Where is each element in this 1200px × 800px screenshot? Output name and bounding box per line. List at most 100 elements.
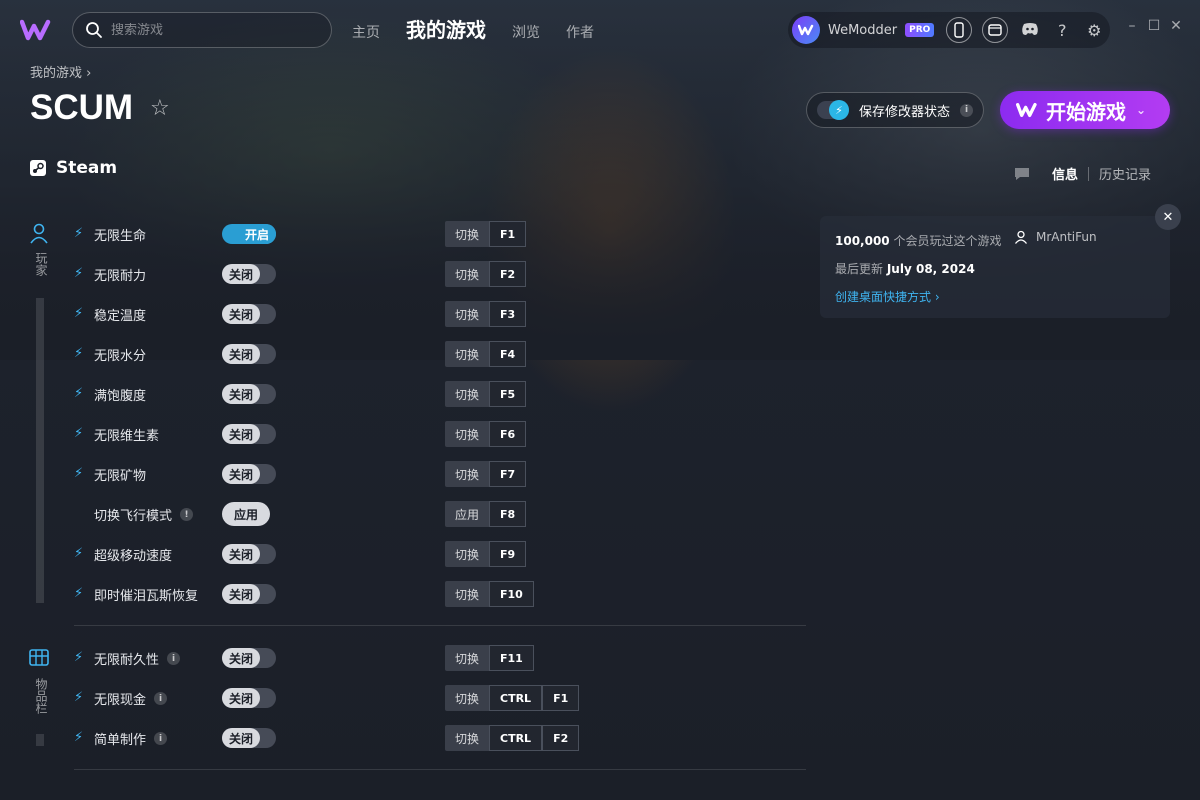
bolt-icon: ⚡ [74, 586, 84, 601]
cheat-toggle[interactable]: 关闭 [222, 464, 276, 484]
cheat-toggle[interactable]: 关闭 [222, 648, 276, 668]
username[interactable]: WeModder [828, 23, 897, 38]
cheat-toggle[interactable]: 开启 [222, 224, 276, 244]
player-icon[interactable] [28, 222, 50, 244]
category-inventory-scrollbar[interactable] [36, 734, 44, 746]
cheat-row-unlimited-stamina: ⚡ 无限耐力 关闭 切换 F2 [72, 259, 812, 289]
hotkey-key: F4 [489, 341, 527, 367]
wemod-logo-icon[interactable] [20, 18, 52, 42]
help-icon[interactable]: ? [1052, 21, 1072, 40]
hotkey[interactable]: 切换 F6 [445, 421, 527, 447]
nav-home[interactable]: 主页 [352, 17, 380, 49]
create-shortcut-link[interactable]: 创建桌面快捷方式 › [835, 288, 940, 305]
page-title: SCUM [30, 88, 134, 127]
tab-info[interactable]: 信息 [1052, 164, 1078, 183]
cheat-toggle[interactable]: 关闭 [222, 728, 276, 748]
cheat-toggle[interactable]: 关闭 [222, 344, 276, 364]
hotkey[interactable]: 切换 F1 [445, 221, 527, 247]
bolt-icon: ⚡ [74, 386, 84, 401]
hotkey[interactable]: 切换 F10 [445, 581, 534, 607]
info-icon[interactable]: i [960, 103, 974, 117]
author[interactable]: MrAntiFun [1014, 230, 1097, 244]
inventory-chest-icon[interactable] [28, 646, 50, 668]
hotkey[interactable]: 切换 F4 [445, 341, 527, 367]
hotkey[interactable]: 应用 F8 [445, 501, 527, 527]
play-button[interactable]: 开始游戏 ⌄ [1000, 91, 1170, 129]
close-icon[interactable]: ✕ [1168, 18, 1184, 34]
hotkey-action: 切换 [445, 645, 490, 671]
cheat-row-unlimited-cash: ⚡ 无限现金 i 关闭 切换 CTRL F1 [72, 683, 812, 713]
hotkey-key: F1 [489, 221, 527, 247]
info-icon[interactable]: i [154, 692, 168, 705]
warning-icon[interactable]: ! [180, 508, 194, 521]
cheat-toggle[interactable]: 关闭 [222, 688, 276, 708]
hotkey-key: F5 [489, 381, 527, 407]
platform-label: Steam [30, 158, 117, 178]
hotkey-modifier: CTRL [489, 685, 543, 711]
cheat-toggle[interactable]: 关闭 [222, 584, 276, 604]
toggle-state: 关闭 [222, 304, 260, 324]
category-inventory-label: 物品栏 [34, 678, 48, 714]
chat-icon[interactable] [1014, 167, 1030, 181]
overlay-icon[interactable] [982, 17, 1009, 43]
chevron-down-icon[interactable]: ⌄ [1136, 103, 1146, 117]
phone-app-icon[interactable] [946, 17, 973, 43]
minimize-icon[interactable]: – [1124, 18, 1140, 34]
search-icon [86, 22, 102, 38]
close-card-button[interactable]: ✕ [1155, 204, 1181, 230]
discord-icon[interactable] [1020, 21, 1040, 40]
category-player-scrollbar[interactable] [36, 298, 44, 603]
nav-browse[interactable]: 浏览 [512, 17, 540, 49]
hotkey-action: 切换 [445, 421, 490, 447]
hotkey[interactable]: 切换 F7 [445, 461, 527, 487]
maximize-icon[interactable]: ☐ [1146, 18, 1162, 34]
save-mod-state-toggle[interactable]: ⚡ 保存修改器状态 i [806, 92, 984, 128]
nav-creators[interactable]: 作者 [566, 17, 594, 49]
cheat-name: 无限耐力 [94, 269, 147, 284]
breadcrumb[interactable]: 我的游戏 › [30, 62, 91, 81]
bolt-icon: ⚡ [74, 346, 84, 361]
cheat-name: 简单制作 i [94, 729, 168, 748]
search-box[interactable] [72, 12, 332, 48]
hotkey[interactable]: 切换 F2 [445, 261, 527, 287]
cheat-name-text: 切换飞行模式 [94, 509, 173, 524]
nav-my-games[interactable]: 我的游戏 [406, 14, 486, 46]
save-state-switch[interactable]: ⚡ [817, 100, 849, 120]
cheat-toggle[interactable]: 关闭 [222, 544, 276, 564]
hotkey[interactable]: 切换 CTRL F1 [445, 685, 580, 711]
bolt-icon: ⚡ [74, 266, 84, 281]
category-player-label: 玩家 [34, 252, 48, 276]
hotkey-key: F3 [489, 301, 527, 327]
cheat-row-easy-crafting: ⚡ 简单制作 i 关闭 切换 CTRL F2 [72, 723, 812, 753]
cheat-toggle[interactable]: 关闭 [222, 424, 276, 444]
avatar[interactable] [792, 16, 820, 44]
hotkey[interactable]: 切换 F11 [445, 645, 534, 671]
favorite-star-icon[interactable]: ☆ [150, 96, 170, 121]
info-icon[interactable]: i [154, 732, 168, 745]
hotkey-action: 切换 [445, 461, 490, 487]
cheat-toggle[interactable]: 关闭 [222, 304, 276, 324]
hotkey-action: 应用 [445, 501, 490, 527]
search-input[interactable] [111, 22, 311, 38]
info-icon[interactable]: i [167, 652, 181, 665]
toggle-state: 关闭 [222, 648, 260, 668]
cheat-toggle[interactable]: 关闭 [222, 384, 276, 404]
gear-icon[interactable]: ⚙ [1084, 21, 1104, 40]
bolt-icon: ⚡ [74, 306, 84, 321]
cheat-name: 无限生命 [94, 229, 147, 244]
hotkey[interactable]: 切换 F3 [445, 301, 527, 327]
bolt-icon: ⚡ [74, 466, 84, 481]
apply-button[interactable]: 应用 [222, 502, 270, 526]
hotkey[interactable]: 切换 F9 [445, 541, 527, 567]
cheat-name-text: 简单制作 [94, 733, 147, 748]
tab-history[interactable]: 历史记录 [1099, 164, 1151, 183]
hotkey-action: 切换 [445, 221, 490, 247]
cheat-row-unlimited-hydration: ⚡ 无限水分 关闭 切换 F4 [72, 339, 812, 369]
hotkey[interactable]: 切换 F5 [445, 381, 527, 407]
cheat-row-unlimited-minerals: ⚡ 无限矿物 关闭 切换 F7 [72, 459, 812, 489]
cheat-toggle[interactable]: 关闭 [222, 264, 276, 284]
cheat-name: 无限耐久性 i [94, 649, 181, 668]
hotkey[interactable]: 切换 CTRL F2 [445, 725, 580, 751]
hotkey-action: 切换 [445, 341, 490, 367]
user-icon [1014, 230, 1028, 244]
